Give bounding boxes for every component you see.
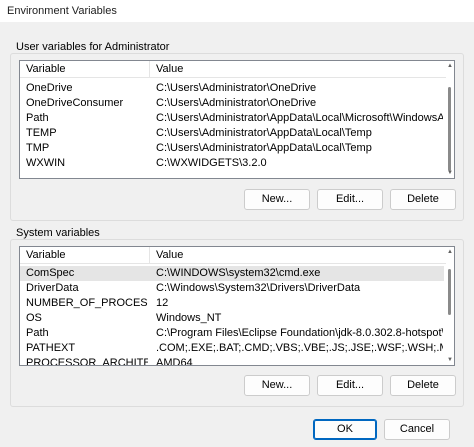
table-row[interactable]: TMP C:\Users\Administrator\AppData\Local… [20,141,444,156]
variable-value: C:\Windows\System32\Drivers\DriverData [156,282,361,294]
table-row[interactable]: ComSpec C:\WINDOWS\system32\cmd.exe [20,266,444,281]
column-header-variable[interactable]: Variable [26,63,66,75]
variable-name: ComSpec [26,267,75,279]
variable-value: Windows_NT [156,312,222,324]
variable-value: .COM;.EXE;.BAT;.CMD;.VBS;.VBE;.JS;.JSE;.… [156,342,443,354]
user-new-button[interactable]: New... [244,189,310,210]
table-row[interactable]: OS Windows_NT [20,311,444,326]
table-row[interactable]: WXWIN C:\WXWIDGETS\3.2.0 [20,156,444,171]
variable-value: AMD64 [156,357,193,366]
user-variables-label: User variables for Administrator [16,41,173,53]
table-row[interactable]: NUMBER_OF_PROCESSORS 12 [20,296,444,311]
scroll-up-icon[interactable]: ▲ [446,62,454,70]
variable-name: PROCESSOR_ARCHITECTURE [26,357,148,366]
table-row[interactable]: DriverData C:\Windows\System32\Drivers\D… [20,281,444,296]
table-row[interactable]: TEMP C:\Users\Administrator\AppData\Loca… [20,126,444,141]
variable-value: C:\Program Files\Eclipse Foundation\jdk-… [156,327,443,339]
variable-name: DriverData [26,282,79,294]
variable-value: C:\Users\Administrator\AppData\Local\Mic… [156,112,443,124]
scroll-down-icon[interactable]: ▼ [446,356,454,364]
system-delete-button[interactable]: Delete [390,375,456,396]
variable-name: PATHEXT [26,342,76,354]
table-row[interactable]: PROCESSOR_ARCHITECTURE AMD64 [20,356,444,366]
scroll-up-icon[interactable]: ▲ [446,248,454,256]
column-divider[interactable] [149,61,150,78]
system-variables-list[interactable]: Variable Value ComSpec C:\WINDOWS\system… [19,246,455,366]
user-edit-button[interactable]: Edit... [317,189,383,210]
variable-name: WXWIN [26,157,66,169]
variable-name: NUMBER_OF_PROCESSORS [26,297,148,309]
variable-name: TMP [26,142,50,154]
variable-value: C:\WINDOWS\system32\cmd.exe [156,267,321,279]
table-row[interactable]: Path C:\Users\Administrator\AppData\Loca… [20,111,444,126]
variable-value: C:\WXWIDGETS\3.2.0 [156,157,267,169]
table-row[interactable]: Path C:\Program Files\Eclipse Foundation… [20,326,444,341]
title-bar: Environment Variables [0,0,474,22]
variable-value: C:\Users\Administrator\AppData\Local\Tem… [156,127,372,139]
user-delete-button[interactable]: Delete [390,189,456,210]
scrollbar-thumb[interactable] [448,269,451,315]
system-variables-label: System variables [16,227,103,239]
variable-name: Path [26,112,49,124]
variable-name: OneDriveConsumer [26,97,124,109]
variable-name: TEMP [26,127,57,139]
variable-value: 12 [156,297,169,309]
ok-button[interactable]: OK [313,419,377,440]
variable-value: C:\Users\Administrator\OneDrive [156,97,317,109]
column-header-variable[interactable]: Variable [26,249,66,261]
system-new-button[interactable]: New... [244,375,310,396]
system-edit-button[interactable]: Edit... [317,375,383,396]
user-list-header: Variable Value [20,61,454,78]
system-list-header: Variable Value [20,247,454,264]
table-row[interactable]: PATHEXT .COM;.EXE;.BAT;.CMD;.VBS;.VBE;.J… [20,341,444,356]
cancel-button[interactable]: Cancel [384,419,450,440]
scroll-down-icon[interactable]: ▼ [446,169,454,177]
scrollbar-thumb[interactable] [448,87,451,171]
user-variables-list[interactable]: Variable Value OneDrive C:\Users\Adminis… [19,60,455,179]
variable-value: C:\Users\Administrator\AppData\Local\Tem… [156,142,372,154]
column-divider[interactable] [149,247,150,264]
variable-name: OS [26,312,42,324]
variable-name: Path [26,327,49,339]
vertical-scrollbar[interactable]: ▲ ▼ [446,61,454,178]
window-title: Environment Variables [7,5,117,17]
column-header-value[interactable]: Value [156,63,183,75]
vertical-scrollbar[interactable]: ▲ ▼ [446,247,454,365]
table-row[interactable]: OneDrive C:\Users\Administrator\OneDrive [20,81,444,96]
table-row[interactable]: OneDriveConsumer C:\Users\Administrator\… [20,96,444,111]
column-header-value[interactable]: Value [156,249,183,261]
variable-name: OneDrive [26,82,73,94]
variable-value: C:\Users\Administrator\OneDrive [156,82,317,94]
